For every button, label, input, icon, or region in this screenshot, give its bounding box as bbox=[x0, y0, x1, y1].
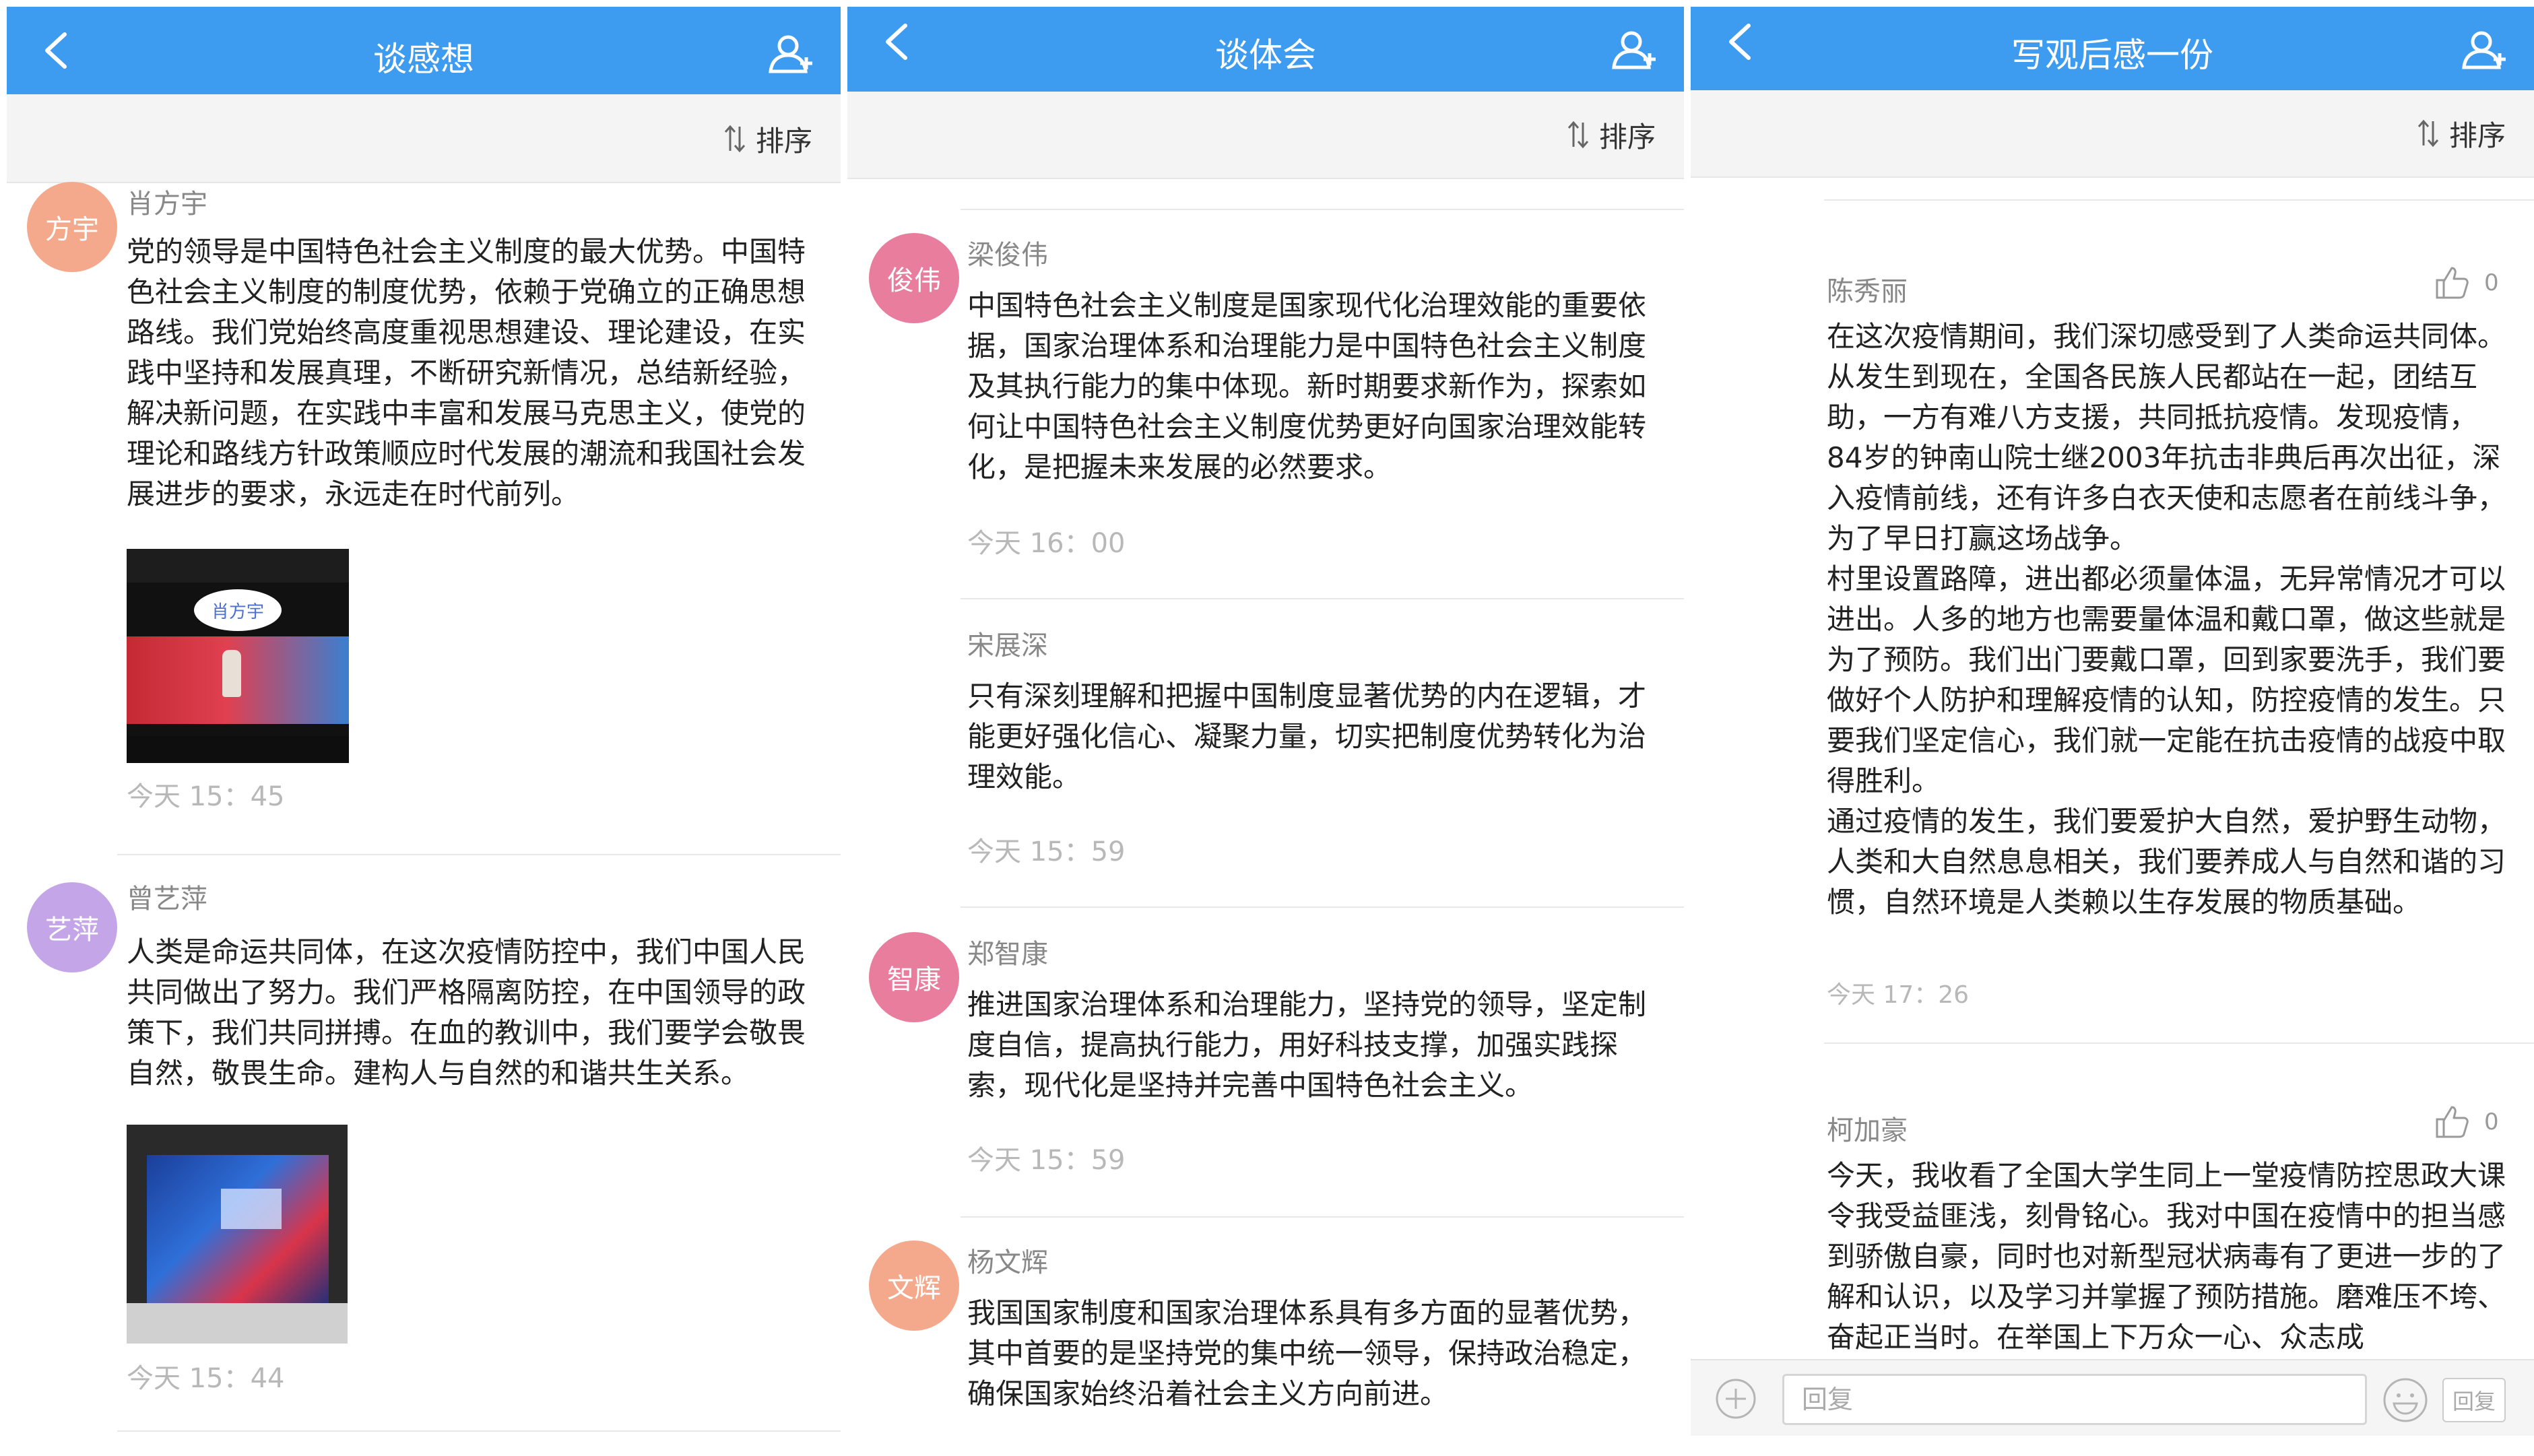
comment-time: 今天 15：59 bbox=[967, 836, 1126, 867]
divider bbox=[117, 1430, 841, 1432]
image-highlight bbox=[221, 1189, 282, 1229]
divider bbox=[961, 209, 1684, 210]
panel-review: 写观后感一份 排序 陈秀丽 0 在这次疫情期间，我们深切感受到了人类命运共同体。… bbox=[1691, 0, 2534, 1456]
sort-button[interactable]: 排序 bbox=[723, 119, 812, 159]
nav-bar: 谈体会 bbox=[847, 7, 1684, 92]
comment-text: 今天，我收看了全国大学生同上一堂疫情防控思政大课令我受益匪浅，刻骨铭心。我对中国… bbox=[1827, 1159, 2506, 1354]
comment-author[interactable]: 陈秀丽 bbox=[1827, 269, 1908, 308]
comment-text: 我国国家制度和国家治理体系具有多方面的显著优势，其中首要的是坚持党的集中统一领导… bbox=[967, 1296, 1647, 1410]
page-title: 写观后感一份 bbox=[2011, 36, 2213, 75]
comment-image[interactable] bbox=[127, 1125, 348, 1344]
avatar[interactable]: 方宇 bbox=[27, 182, 117, 272]
avatar[interactable]: 艺萍 bbox=[27, 882, 117, 972]
like-button[interactable]: 0 bbox=[2433, 264, 2499, 302]
like-button[interactable]: 0 bbox=[2433, 1103, 2499, 1141]
sort-label: 排序 bbox=[1598, 120, 1656, 154]
avatar[interactable]: 俊伟 bbox=[869, 233, 959, 323]
like-count: 0 bbox=[2484, 1108, 2499, 1135]
comment-image[interactable]: 肖方宇 bbox=[127, 549, 349, 763]
comment-paragraph: 通过疫情的发生，我们要爱护大自然，爱护野生动物，人类和大自然息息相关，我们要养成… bbox=[1827, 805, 2506, 919]
divider bbox=[961, 1216, 1684, 1218]
image-screen bbox=[147, 1155, 329, 1310]
divider bbox=[117, 854, 841, 855]
image-top-strip bbox=[127, 549, 349, 583]
sort-arrows-icon bbox=[723, 124, 746, 154]
user-profile-icon[interactable] bbox=[1611, 30, 1657, 70]
image-bottom-bar bbox=[127, 736, 349, 763]
comment-author[interactable]: 杨文辉 bbox=[967, 1240, 1048, 1280]
comment-time: 今天 17：26 bbox=[1827, 981, 1970, 1009]
comment-text: 党的领导是中国特色社会主义制度的最大优势。中国特色社会主义制度的制度优势，依赖于… bbox=[127, 235, 806, 510]
reply-bar: 回复 bbox=[1691, 1359, 2534, 1436]
nav-bar: 写观后感一份 bbox=[1691, 7, 2534, 90]
sort-bar: 排序 bbox=[847, 92, 1684, 179]
sort-label: 排序 bbox=[2448, 119, 2506, 152]
thumbs-up-icon bbox=[2436, 1106, 2469, 1138]
add-attachment-icon[interactable] bbox=[1715, 1378, 1757, 1420]
comment-author[interactable]: 梁俊伟 bbox=[967, 233, 1048, 272]
comment-author[interactable]: 肖方宇 bbox=[127, 182, 207, 221]
divider bbox=[961, 598, 1684, 599]
comment-text: 推进国家治理体系和治理能力，坚持党的领导，坚定制度自信，提高执行能力，用好科技支… bbox=[967, 988, 1647, 1102]
comment-text: 只有深刻理解和把握中国制度显著优势的内在逻辑，才能更好强化信心、凝聚力量，切实把… bbox=[967, 680, 1647, 793]
comment-text: 中国特色社会主义制度是国家现代化治理效能的重要依据，国家治理体系和治理能力是中国… bbox=[967, 289, 1647, 484]
divider bbox=[1824, 1043, 2534, 1044]
sort-button[interactable]: 排序 bbox=[1567, 114, 1656, 155]
comment-text: 人类是命运共同体，在这次疫情防控中，我们中国人民共同做出了努力。我们严格隔离防控… bbox=[127, 935, 806, 1090]
comment-author[interactable]: 郑智康 bbox=[967, 932, 1048, 971]
avatar[interactable]: 智康 bbox=[869, 932, 959, 1022]
divider bbox=[961, 906, 1684, 908]
divider bbox=[1824, 199, 2534, 201]
image-floor bbox=[127, 1303, 348, 1344]
page-title: 谈感想 bbox=[373, 40, 474, 79]
user-profile-icon[interactable] bbox=[2461, 30, 2507, 70]
sort-button[interactable]: 排序 bbox=[2417, 113, 2506, 154]
emoji-icon[interactable] bbox=[2382, 1377, 2429, 1424]
panel-reflections: 谈感想 排序 方宇 肖方宇 党的领导是中国特色社会主义制度的最大优势。中国特色社… bbox=[7, 0, 841, 1456]
sort-arrows-icon bbox=[2417, 119, 2440, 148]
comment-text: 在这次疫情期间，我们深切感受到了人类命运共同体。从发生到现在，全国各民族人民都站… bbox=[1827, 317, 2507, 923]
comment-author[interactable]: 宋展深 bbox=[967, 624, 1048, 663]
comment-author[interactable]: 曾艺萍 bbox=[127, 877, 207, 916]
like-count: 0 bbox=[2484, 269, 2499, 296]
comment-time: 今天 16：00 bbox=[967, 528, 1126, 559]
comment-author[interactable]: 柯加豪 bbox=[1827, 1108, 1908, 1148]
avatar[interactable]: 文辉 bbox=[869, 1240, 959, 1331]
sort-bar: 排序 bbox=[1691, 90, 2534, 178]
nav-bar: 谈感想 bbox=[7, 7, 841, 94]
image-speech-bubble: 肖方宇 bbox=[194, 589, 282, 631]
comment-paragraph: 在这次疫情期间，我们深切感受到了人类命运共同体。从发生到现在，全国各民族人民都站… bbox=[1827, 320, 2506, 555]
sort-label: 排序 bbox=[755, 124, 812, 158]
sort-arrows-icon bbox=[1567, 120, 1590, 150]
comment-time: 今天 15：45 bbox=[127, 781, 285, 812]
thumbs-up-icon bbox=[2436, 267, 2469, 299]
comment-paragraph: 村里设置路障，进出都必须量体温，无异常情况才可以进出。人多的地方也需要量体温和戴… bbox=[1827, 562, 2506, 797]
image-person bbox=[222, 650, 241, 697]
panel-experiences: 谈体会 排序 俊伟 梁俊伟 中国特色社会主义制度是国家现代化治理效能的重要依据，… bbox=[847, 0, 1684, 1456]
reply-button[interactable]: 回复 bbox=[2442, 1378, 2506, 1422]
comment-time: 今天 15：44 bbox=[127, 1363, 285, 1394]
reply-input[interactable] bbox=[1782, 1374, 2367, 1425]
comment-time: 今天 15：59 bbox=[967, 1145, 1126, 1176]
sort-bar: 排序 bbox=[7, 94, 841, 183]
user-profile-icon[interactable] bbox=[768, 34, 814, 74]
page-title: 谈体会 bbox=[1215, 36, 1316, 75]
